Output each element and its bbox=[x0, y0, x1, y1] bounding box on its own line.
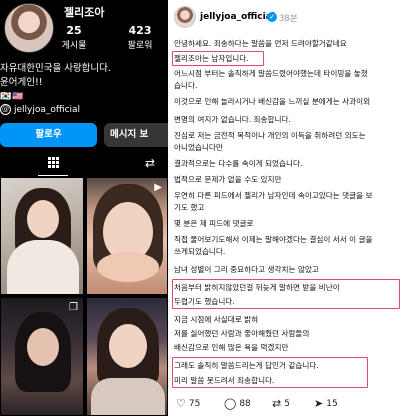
like-button[interactable]: ♡ 75 bbox=[176, 398, 200, 409]
bio-line: 자유대한민국을 사랑합니다. bbox=[0, 63, 111, 74]
comment-count: 88 bbox=[239, 398, 251, 409]
repost-count: 5 bbox=[284, 398, 290, 409]
verified-check-icon: ✓ bbox=[267, 12, 277, 22]
repost-icon: ⇄ bbox=[272, 397, 282, 410]
stat-posts[interactable]: 25 게시물 bbox=[52, 24, 96, 51]
post-panel: jellyjoa_official ✓ 38분 안녕하세요. 죄송하다는 말씀을… bbox=[168, 0, 418, 416]
tab-posts-grid[interactable] bbox=[38, 150, 68, 176]
post-line: 법적으로 문제가 없을 수도 있지만 bbox=[174, 175, 282, 184]
post-time: 38분 bbox=[279, 14, 298, 24]
post-avatar[interactable] bbox=[174, 6, 196, 28]
post-line: 이것으로 인해 놀라시거나 배신감을 느끼실 분에게는 사과이외 bbox=[174, 97, 371, 106]
profile-tabs: ⇄ bbox=[0, 150, 168, 176]
send-icon: ➤ bbox=[314, 397, 324, 410]
post-line: 아니었습니다만 bbox=[174, 143, 223, 152]
post-line: 어느시점 부터는 솔직하게 말씀드렸어야했는데 타이밍을 놓쳤 bbox=[174, 69, 368, 78]
profile-bio: 자유대한민국을 사랑합니다. 윤어게인!! 🇰🇷🇺🇸 bbox=[0, 62, 111, 104]
share-button[interactable]: ➤ 15 bbox=[314, 398, 338, 409]
heart-icon: ♡ bbox=[176, 397, 186, 410]
photo-thumbnail[interactable]: ❐ bbox=[0, 297, 84, 416]
post-line: 저를 싫어했던 사람과 좋아해줬던 사람들의 bbox=[174, 329, 310, 338]
stat-posts-count: 25 bbox=[66, 24, 82, 37]
stat-followers[interactable]: 423 팔로워 bbox=[118, 24, 162, 51]
photo-hands bbox=[97, 252, 159, 282]
repost-button[interactable]: ⇄ 5 bbox=[272, 398, 290, 409]
stat-posts-label: 게시물 bbox=[61, 41, 87, 51]
like-count: 75 bbox=[188, 398, 201, 409]
threads-link[interactable]: @ jellyjoa_official bbox=[0, 104, 80, 115]
profile-avatar[interactable] bbox=[4, 3, 54, 53]
post-line: 몇 분은 제 피드에 댓글로 bbox=[174, 219, 254, 228]
photo-face bbox=[27, 328, 59, 366]
comment-button[interactable]: ◯ 88 bbox=[224, 398, 251, 409]
post-line: 직접 물어보기도해서 이제는 말해야겠다는 결심이 서서 이 글을 bbox=[174, 235, 373, 244]
post-line: 안녕하세요. 죄송하다는 말씀을 먼저 드려야할거같네요 bbox=[174, 39, 347, 48]
post-line: 쓰게되었습니다. bbox=[174, 247, 226, 256]
stat-followers-count: 423 bbox=[128, 24, 152, 37]
photo-thumbnail[interactable]: ▶ bbox=[86, 177, 168, 295]
post-line: 배신감으로 인해 많은 욕을 먹겠지만 bbox=[174, 343, 289, 352]
post-username[interactable]: jellyjoa_official bbox=[200, 12, 275, 22]
post-line: 변명의 여지가 없습니다. 죄송합니다. bbox=[174, 115, 291, 124]
bio-flags: 🇰🇷🇺🇸 bbox=[0, 92, 25, 102]
comment-icon: ◯ bbox=[224, 397, 237, 410]
repost-icon: ⇄ bbox=[144, 156, 156, 170]
post-line: 지금 시점에 사실대로 밝혀 bbox=[174, 315, 259, 324]
post-line: 결과적으로는 다수를 속이게 되었습니다. bbox=[174, 159, 303, 168]
message-button[interactable]: 메시지 보 bbox=[104, 123, 168, 147]
post-line: 진심로 저는 금전적 목적이나 개인의 이득을 취하려던 의도는 bbox=[174, 131, 366, 140]
photo-face bbox=[109, 324, 147, 368]
reel-icon: ▶ bbox=[154, 182, 162, 193]
share-count: 15 bbox=[326, 398, 338, 409]
post-line: 기도 했고 bbox=[174, 203, 205, 212]
bio-line: 윤어게인!! bbox=[0, 77, 43, 88]
multi-photo-icon: ❐ bbox=[69, 302, 78, 313]
grid-icon bbox=[47, 157, 59, 168]
photo-thumbnail[interactable] bbox=[86, 297, 168, 416]
follow-button[interactable]: 팔로우 bbox=[0, 123, 97, 147]
post-line: 우연히 다른 피드에서 젤리가 남자인데 속이고있다는 댓글을 보 bbox=[174, 191, 373, 200]
highlight-box bbox=[172, 279, 400, 309]
photo-body bbox=[7, 240, 79, 294]
photo-face bbox=[27, 200, 59, 238]
threads-handle: jellyjoa_official bbox=[14, 104, 81, 115]
profile-name: 젤리조아 bbox=[64, 6, 105, 19]
photo-body bbox=[91, 378, 165, 415]
tab-reposts[interactable]: ⇄ bbox=[140, 150, 160, 176]
highlight-box bbox=[172, 357, 368, 388]
threads-icon: @ bbox=[0, 104, 11, 115]
post-actions: ♡ 75 ◯ 88 ⇄ 5 ➤ 15 bbox=[168, 394, 418, 416]
stat-followers-label: 팔로워 bbox=[127, 41, 153, 51]
photo-thumbnail[interactable] bbox=[0, 177, 84, 295]
profile-panel: 젤리조아 25 게시물 423 팔로워 자유대한민국을 사랑합니다. 윤어게인!… bbox=[0, 0, 168, 416]
post-line: 습니다. bbox=[174, 81, 198, 90]
post-line: 남녀 성별이 그리 중요하다고 생각치는 않았고 bbox=[174, 265, 319, 274]
highlight-box bbox=[172, 51, 264, 66]
